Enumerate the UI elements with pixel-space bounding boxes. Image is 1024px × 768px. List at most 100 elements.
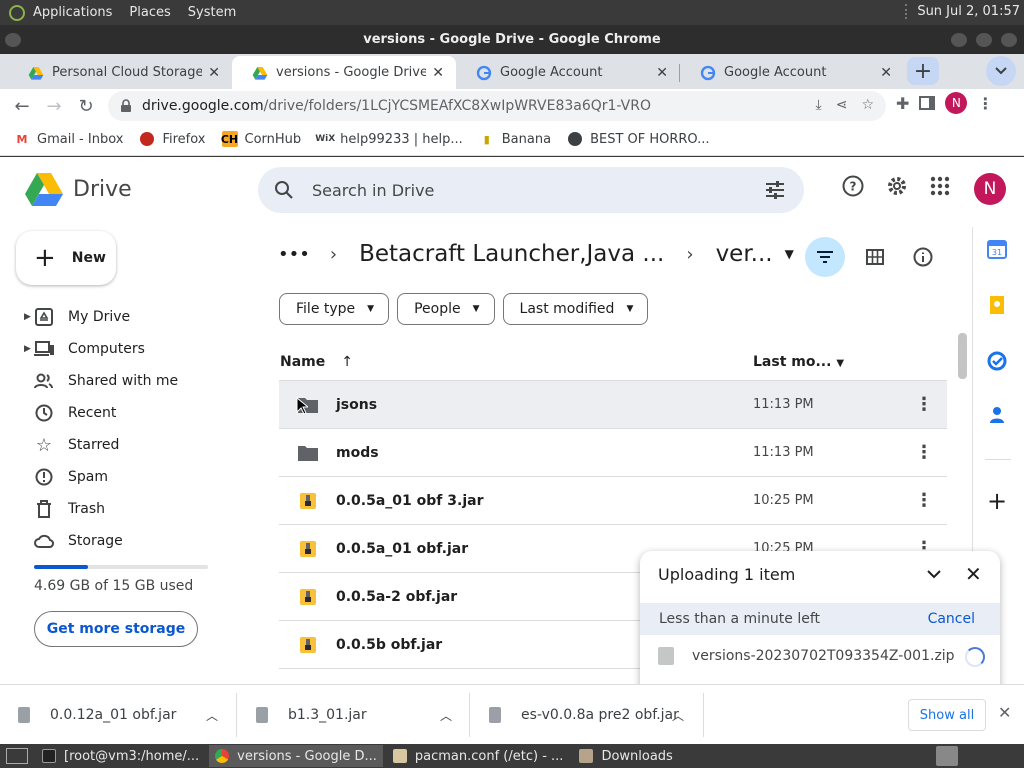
sidebar-item-shared-with-me[interactable]: Shared with me xyxy=(0,365,240,397)
task-downloads-folder[interactable]: Downloads xyxy=(573,745,678,767)
clock[interactable]: Sun Jul 2, 01:57 xyxy=(905,4,1020,19)
sidebar-item-recent[interactable]: Recent xyxy=(0,397,240,429)
tab-versions-google-drive[interactable]: versions - Google Drive ✕ xyxy=(232,56,456,89)
download-item-1[interactable]: 0.0.12a_01 obf.jar ︿ xyxy=(18,685,230,745)
show-desktop-icon[interactable] xyxy=(6,748,28,764)
bookmark-firefox[interactable]: Firefox xyxy=(139,131,206,147)
file-row-jar-1[interactable]: 0.0.5a_01 obf 3.jar 10:25 PM ⋮ xyxy=(279,477,947,525)
tray-chrome-icon[interactable] xyxy=(936,746,958,766)
chevron-up-icon[interactable]: ︿ xyxy=(440,707,452,724)
maximize-button[interactable] xyxy=(976,33,992,47)
sidebar-item-starred[interactable]: ☆ Starred xyxy=(0,429,240,461)
more-actions-icon[interactable]: ⋮ xyxy=(915,395,933,414)
bookmark-help99233[interactable]: WiX help99233 | help... xyxy=(315,131,463,147)
people-filter[interactable]: People ▼ xyxy=(397,293,495,325)
chevron-up-icon[interactable]: ︿ xyxy=(672,707,684,724)
keep-icon[interactable] xyxy=(987,295,1007,315)
tab-google-account-2[interactable]: Google Account ✕ xyxy=(680,56,904,89)
search-input[interactable]: Search in Drive xyxy=(312,181,434,200)
task-terminal[interactable]: [root@vm3:/home/... xyxy=(36,745,205,767)
tab-close-icon[interactable]: ✕ xyxy=(880,65,892,81)
new-tab-button[interactable]: + xyxy=(907,57,939,85)
share-icon[interactable]: ⋖ xyxy=(836,97,848,113)
expand-arrow-icon[interactable]: ▶ xyxy=(24,344,31,354)
scrollbar-thumb[interactable] xyxy=(958,333,967,379)
tab-close-icon[interactable]: ✕ xyxy=(656,65,668,81)
window-menu-button[interactable] xyxy=(5,33,21,47)
breadcrumb-current-folder[interactable]: ver... xyxy=(716,241,773,267)
reload-icon[interactable]: ↻ xyxy=(70,90,102,122)
file-type-filter[interactable]: File type ▼ xyxy=(279,293,390,325)
bookmark-star-icon[interactable]: ☆ xyxy=(861,97,874,113)
last-modified-column-header[interactable]: Last mo... ▼ xyxy=(753,354,844,370)
address-bar[interactable]: drive.google.com/drive/folders/1LCjYCSME… xyxy=(108,91,886,121)
account-avatar[interactable]: N xyxy=(974,173,1006,205)
search-icon[interactable] xyxy=(274,180,294,200)
task-text-editor[interactable]: pacman.conf (/etc) - ... xyxy=(387,745,570,767)
bookmark-best-of-horror[interactable]: BEST OF HORRO... xyxy=(567,131,710,147)
name-column-header[interactable]: Name xyxy=(279,354,325,370)
show-all-downloads-button[interactable]: Show all xyxy=(908,699,986,731)
bookmark-banana[interactable]: ▮ Banana xyxy=(479,131,551,147)
cancel-upload-button[interactable]: Cancel xyxy=(928,611,975,627)
more-actions-icon[interactable]: ⋮ xyxy=(915,491,933,510)
add-addon-icon[interactable]: + xyxy=(987,489,1007,513)
calendar-icon[interactable]: 31 xyxy=(987,239,1007,259)
expand-arrow-icon[interactable]: ▶ xyxy=(24,312,31,322)
close-window-button[interactable] xyxy=(1001,33,1017,47)
extensions-icon[interactable]: ✚ xyxy=(896,94,909,113)
file-row-mods[interactable]: mods 11:13 PM ⋮ xyxy=(279,429,947,477)
collapse-chevron-icon[interactable] xyxy=(926,565,942,584)
tab-search-button[interactable] xyxy=(986,56,1016,86)
breadcrumb-parent-folder[interactable]: Betacraft Launcher,Java ... xyxy=(359,241,664,267)
menu-places[interactable]: Places xyxy=(129,5,170,20)
get-more-storage-button[interactable]: Get more storage xyxy=(34,611,198,647)
help-icon[interactable]: ? xyxy=(842,175,864,197)
upload-file-item[interactable]: versions-20230702T093354Z-001.zip xyxy=(658,647,955,665)
menu-system[interactable]: System xyxy=(188,5,236,20)
bookmark-gmail[interactable]: M Gmail - Inbox xyxy=(14,131,124,147)
grid-view-button[interactable] xyxy=(857,239,893,275)
tab-close-icon[interactable]: ✕ xyxy=(432,65,444,81)
search-options-icon[interactable] xyxy=(764,179,786,201)
sidebar-item-storage[interactable]: Storage xyxy=(0,525,240,557)
chrome-menu-icon[interactable]: ⋮ xyxy=(977,94,993,113)
close-download-shelf-icon[interactable]: ✕ xyxy=(998,703,1011,722)
drive-logo[interactable]: Drive xyxy=(25,172,132,206)
bookmark-cornhub[interactable]: CH CornHub xyxy=(221,131,301,147)
back-icon[interactable]: ← xyxy=(6,90,38,122)
tab-close-icon[interactable]: ✕ xyxy=(208,65,220,81)
last-modified-filter[interactable]: Last modified ▼ xyxy=(502,293,649,325)
task-chrome[interactable]: versions - Google D... xyxy=(209,745,383,767)
sidebar-item-computers[interactable]: ▶ Computers xyxy=(0,333,240,365)
download-item-3[interactable]: es-v0.0.8a pre2 obf.jar ︿ xyxy=(489,685,689,745)
sort-ascending-icon[interactable]: ↑ xyxy=(341,354,353,370)
details-button[interactable] xyxy=(905,239,941,275)
tab-personal-cloud-storage[interactable]: Personal Cloud Storage & F ✕ xyxy=(8,56,232,89)
settings-gear-icon[interactable] xyxy=(886,175,908,197)
menu-applications[interactable]: Applications xyxy=(33,5,112,20)
lock-icon[interactable] xyxy=(120,99,132,113)
folder-menu-dropdown-icon[interactable]: ▼ xyxy=(785,247,794,261)
profile-avatar[interactable]: N xyxy=(945,92,968,114)
minimize-button[interactable] xyxy=(951,33,967,47)
new-button[interactable]: + New xyxy=(16,231,116,285)
close-icon[interactable]: ✕ xyxy=(965,562,982,586)
sidebar-item-spam[interactable]: Spam xyxy=(0,461,240,493)
install-app-icon[interactable]: ⤓ xyxy=(816,97,822,113)
sidebar-item-trash[interactable]: Trash xyxy=(0,493,240,525)
more-actions-icon[interactable]: ⋮ xyxy=(915,443,933,462)
file-row-jsons[interactable]: jsons 11:13 PM ⋮ xyxy=(279,381,947,429)
forward-icon[interactable]: → xyxy=(38,90,70,122)
os-logo-icon[interactable] xyxy=(9,4,25,21)
filter-toggle-button[interactable] xyxy=(805,237,845,277)
search-box[interactable]: Search in Drive xyxy=(258,167,804,213)
contacts-icon[interactable] xyxy=(987,405,1007,425)
side-panel-icon[interactable] xyxy=(919,96,936,110)
apps-grid-icon[interactable] xyxy=(930,176,950,196)
download-item-2[interactable]: b1.3_01.jar ︿ xyxy=(256,685,456,745)
tasks-icon[interactable] xyxy=(987,351,1007,371)
chevron-up-icon[interactable]: ︿ xyxy=(206,707,218,724)
sidebar-item-my-drive[interactable]: ▶ My Drive xyxy=(0,301,240,333)
more-path-icon[interactable]: ••• xyxy=(278,244,310,265)
